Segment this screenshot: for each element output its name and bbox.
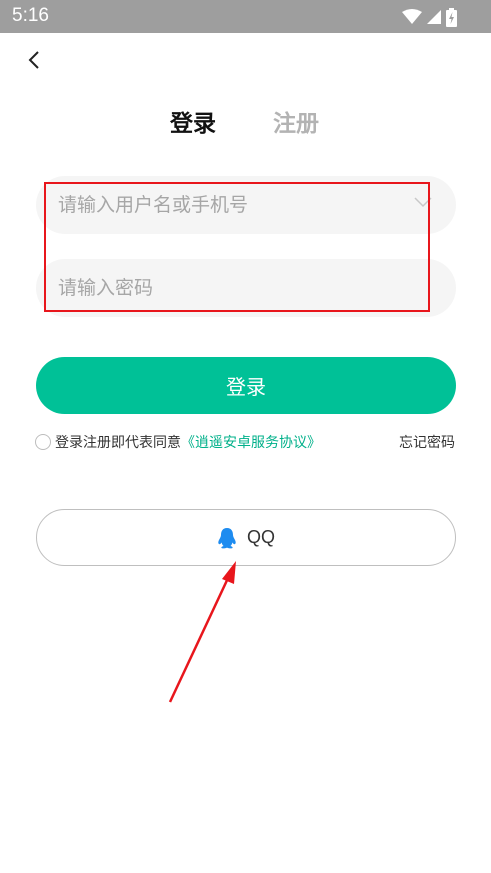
forgot-password-link[interactable]: 忘记密码 bbox=[399, 432, 455, 452]
login-button[interactable]: 登录 bbox=[36, 357, 456, 414]
wifi-icon bbox=[402, 9, 422, 24]
status-bar: 5:16 bbox=[0, 0, 491, 33]
status-time: 5:16 bbox=[12, 5, 49, 26]
tab-login[interactable]: 登录 bbox=[170, 104, 216, 138]
signal-icon bbox=[427, 10, 441, 24]
tab-register[interactable]: 注册 bbox=[273, 104, 319, 138]
back-button[interactable] bbox=[20, 46, 48, 74]
qq-label: QQ bbox=[246, 527, 275, 547]
qq-login-button[interactable]: QQ bbox=[36, 509, 456, 566]
annotation-highlight-box bbox=[44, 182, 430, 312]
agreement-text: 登录注册即代表同意 bbox=[55, 435, 181, 451]
agreement-row: 登录注册即代表同意 《逍遥安卓服务协议》 bbox=[35, 432, 321, 452]
battery-charging-icon bbox=[446, 7, 457, 27]
service-agreement-link[interactable]: 《逍遥安卓服务协议》 bbox=[181, 432, 321, 452]
qq-penguin-icon bbox=[218, 527, 236, 548]
status-icons bbox=[402, 7, 457, 27]
agreement-checkbox[interactable] bbox=[35, 434, 51, 450]
chevron-left-icon bbox=[28, 51, 39, 69]
